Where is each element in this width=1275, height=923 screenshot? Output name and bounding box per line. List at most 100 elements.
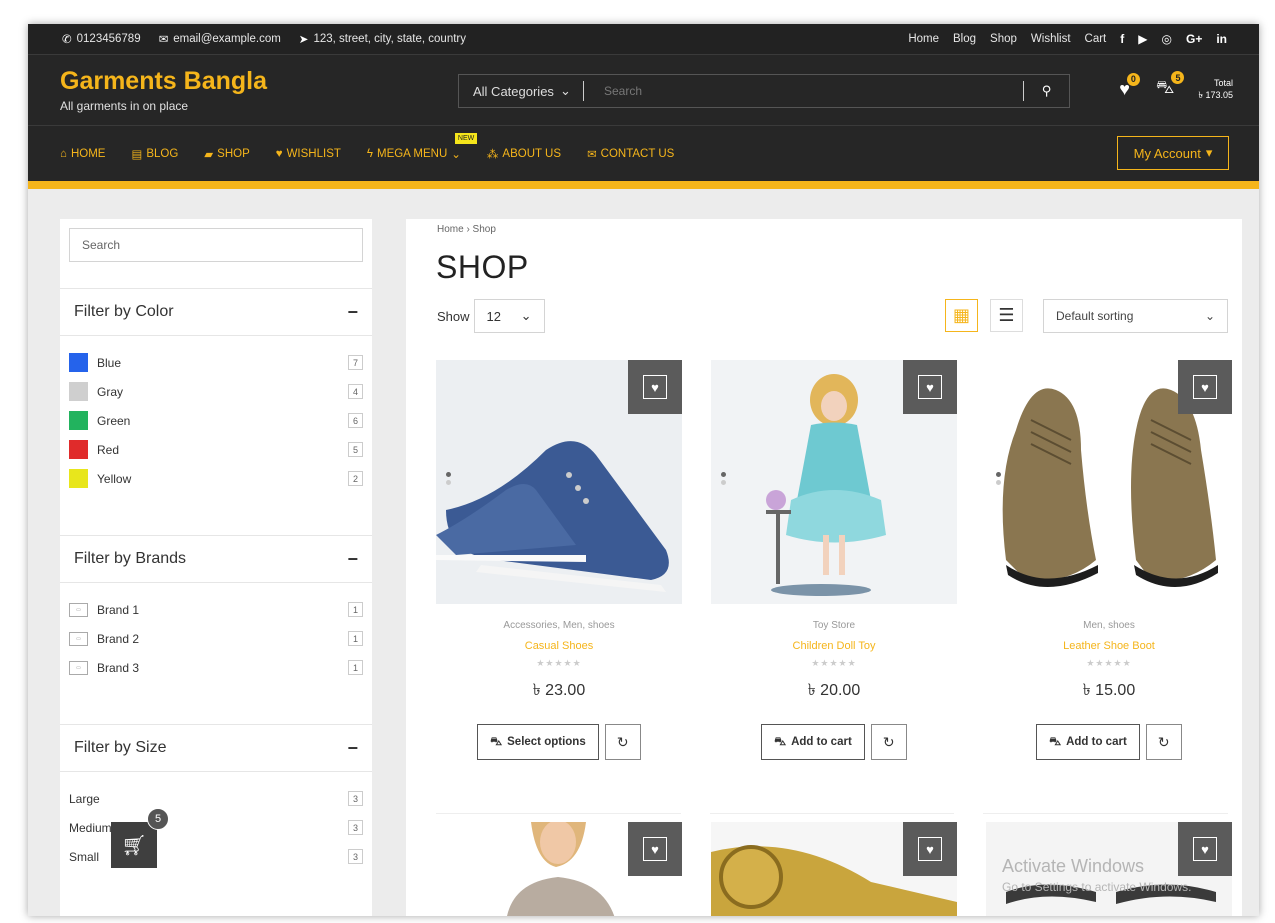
- add-to-cart-button[interactable]: ⛍ Add to cart: [761, 724, 865, 760]
- floating-cart-button[interactable]: 🛒︎ 5: [111, 808, 169, 868]
- product-image[interactable]: ♥: [436, 360, 682, 604]
- product-categories[interactable]: Toy Store: [711, 620, 957, 631]
- filter-color-blue[interactable]: Blue 7: [69, 348, 363, 377]
- filter-sidebar: Search Filter by Color − Blue 7 Gray 4 Gre…: [60, 219, 372, 916]
- product-name[interactable]: Casual Shoes: [436, 640, 682, 652]
- instagram-icon[interactable]: ◎: [1162, 32, 1172, 46]
- select-options-button[interactable]: ⛍ Select options: [477, 724, 599, 760]
- product-price: ৳ 20.00: [807, 682, 861, 699]
- floating-cart-count: 5: [147, 808, 169, 830]
- product-image[interactable]: ♥: [986, 360, 1232, 604]
- google-plus-icon[interactable]: G+: [1186, 32, 1202, 46]
- brand-logo[interactable]: Garments Bangla All garments in on place: [60, 67, 267, 113]
- product-name[interactable]: Children Doll Toy: [711, 640, 957, 652]
- wishlist-toggle[interactable]: ♥: [1178, 360, 1232, 414]
- button-label: Add to cart: [1066, 736, 1127, 748]
- filter-brand-2[interactable]: ▭ Brand 2 1: [69, 624, 363, 653]
- filter-brands-title: Filter by Brands: [74, 550, 187, 567]
- location-arrow-icon: ➤: [298, 34, 309, 46]
- heart-icon: ♥: [643, 837, 667, 861]
- breadcrumb[interactable]: Home › Shop: [437, 224, 496, 235]
- filter-label: Green: [97, 413, 131, 428]
- nav-wishlist[interactable]: ♥ WISHLIST: [276, 147, 341, 161]
- image-slider-dots[interactable]: [446, 472, 451, 488]
- cart-count-badge: 5: [1171, 71, 1185, 84]
- sort-select[interactable]: Default sorting ⌄: [1043, 299, 1228, 333]
- facebook-icon[interactable]: f: [1120, 32, 1124, 46]
- search-button[interactable]: ⚲: [1023, 81, 1069, 101]
- per-page-select[interactable]: 12 ⌄: [473, 299, 545, 333]
- nav-blog-label: BLOG: [146, 147, 179, 160]
- nav-about-us[interactable]: ⁂ ABOUT US: [487, 147, 561, 161]
- youtube-icon[interactable]: ▶: [1138, 32, 1147, 46]
- my-account-button[interactable]: My Account ▾: [1117, 136, 1229, 170]
- grid-view-button[interactable]: ▦: [945, 299, 978, 332]
- category-select[interactable]: All Categories ⌄: [459, 83, 583, 99]
- image-slider-dots[interactable]: [721, 472, 726, 488]
- filter-color-header[interactable]: Filter by Color −: [60, 288, 372, 336]
- compare-button[interactable]: ↻: [870, 724, 907, 760]
- product-image[interactable]: ♥: [711, 360, 957, 604]
- filter-size-large[interactable]: Large 3: [69, 784, 363, 813]
- nav-blog[interactable]: ▤ BLOG: [131, 147, 178, 161]
- compare-button[interactable]: ↻: [1145, 724, 1182, 760]
- my-account-label: My Account: [1133, 145, 1201, 161]
- brand-title: Garments Bangla: [60, 67, 268, 95]
- wishlist-toggle[interactable]: ♥: [628, 360, 682, 414]
- linkedin-icon[interactable]: in: [1216, 32, 1227, 46]
- filter-color-red[interactable]: Red 5: [69, 435, 363, 464]
- home-icon: ⌂: [60, 147, 67, 160]
- top-bar: ✆ 0123456789 ✉ email@example.com ➤ 123, …: [28, 24, 1259, 55]
- nav-mega-menu[interactable]: ϟ MEGA MENU ⌄ NEW: [367, 132, 478, 161]
- email-contact[interactable]: ✉ email@example.com: [159, 32, 281, 46]
- sidebar-search-placeholder: Search: [82, 238, 121, 252]
- category-select-value: All Categories: [473, 83, 554, 99]
- filter-color-gray[interactable]: Gray 4: [69, 377, 363, 406]
- filter-size-header[interactable]: Filter by Size −: [60, 724, 372, 772]
- brand-tagline: All garments in on place: [60, 99, 189, 113]
- phone-contact[interactable]: ✆ 0123456789: [62, 32, 141, 46]
- filter-brand-1[interactable]: ▭ Brand 1 1: [69, 595, 363, 624]
- cart-total[interactable]: Total ৳ 173.05: [1198, 77, 1233, 101]
- top-link-shop[interactable]: Shop: [990, 33, 1017, 45]
- sitemap-icon: ⁂: [486, 148, 499, 161]
- filter-brand-3[interactable]: ▭ Brand 3 1: [69, 653, 363, 682]
- product-categories[interactable]: Accessories, Men, shoes: [436, 620, 682, 631]
- nav-mega-menu-label: MEGA MENU: [376, 147, 448, 160]
- filter-color-green[interactable]: Green 6: [69, 406, 363, 435]
- filter-color-yellow[interactable]: Yellow 2: [69, 464, 363, 493]
- filter-brands-header[interactable]: Filter by Brands −: [60, 535, 372, 583]
- filter-count: 6: [348, 413, 363, 428]
- nav-home[interactable]: ⌂ HOME: [60, 147, 105, 161]
- top-link-home[interactable]: Home: [908, 33, 939, 45]
- filter-count: 1: [348, 602, 363, 617]
- nav-shop[interactable]: ▰ SHOP: [204, 147, 249, 161]
- chevron-down-icon: ⌄: [520, 308, 532, 323]
- top-link-blog[interactable]: Blog: [953, 33, 976, 45]
- search-input[interactable]: Search: [584, 84, 1023, 98]
- product-card[interactable]: ♥: [711, 822, 957, 916]
- product-card[interactable]: ♥: [436, 822, 682, 916]
- wishlist-toggle[interactable]: ♥: [903, 822, 957, 876]
- wishlist-toggle[interactable]: ♥: [903, 360, 957, 414]
- product-card: ♥ Men, shoes Leather Shoe Boot ★★★★★ ৳ 1…: [986, 360, 1232, 760]
- top-link-wishlist[interactable]: Wishlist: [1031, 33, 1071, 45]
- watermark-title: Activate Windows: [1002, 856, 1145, 876]
- wishlist-toggle[interactable]: ♥: [628, 822, 682, 876]
- envelope-icon: ✉: [587, 148, 597, 161]
- compare-button[interactable]: ↻: [604, 724, 641, 760]
- add-to-cart-button[interactable]: ⛍ Add to cart: [1036, 724, 1140, 760]
- header-cart[interactable]: ⛍ 5: [1156, 71, 1185, 101]
- email-address: email@example.com: [173, 33, 281, 45]
- nav-contact-us[interactable]: ✉ CONTACT US: [587, 147, 674, 161]
- top-link-cart[interactable]: Cart: [1085, 33, 1107, 45]
- chevron-down-icon: ⌄: [1204, 309, 1215, 323]
- product-categories[interactable]: Men, shoes: [986, 620, 1232, 631]
- image-slider-dots[interactable]: [996, 472, 1001, 488]
- site-header: Garments Bangla All garments in on place…: [28, 55, 1259, 125]
- header-wishlist[interactable]: ♥ 0: [1119, 72, 1140, 100]
- product-name[interactable]: Leather Shoe Boot: [986, 640, 1232, 652]
- sidebar-search-input[interactable]: Search: [69, 228, 363, 262]
- product-grid: ♥ Accessories, Men, shoes Casual Shoes ★…: [436, 360, 1232, 760]
- list-view-button[interactable]: ☰: [990, 299, 1023, 332]
